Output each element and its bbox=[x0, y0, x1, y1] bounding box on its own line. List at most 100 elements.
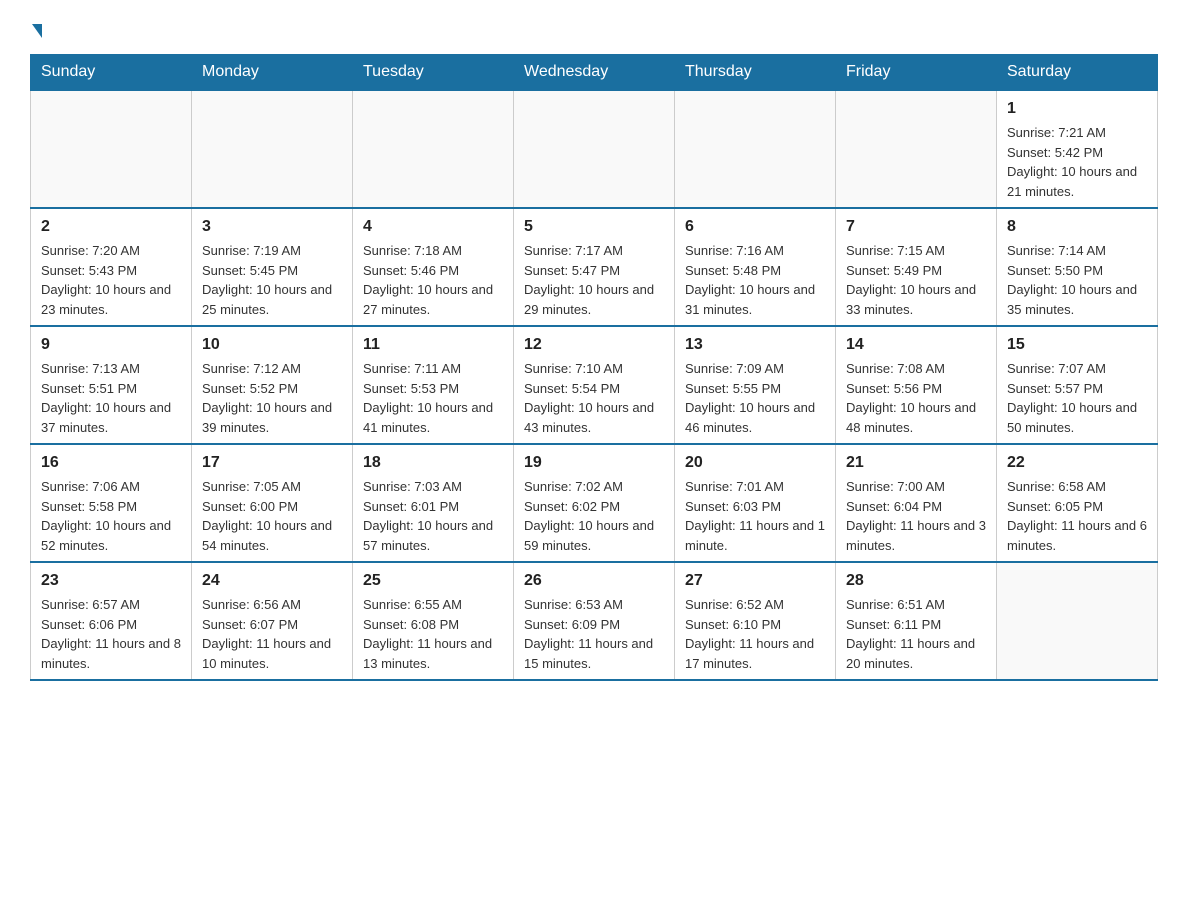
day-number: 26 bbox=[524, 569, 664, 593]
calendar-day-cell: 6Sunrise: 7:16 AM Sunset: 5:48 PM Daylig… bbox=[675, 208, 836, 326]
calendar-week-row: 1Sunrise: 7:21 AM Sunset: 5:42 PM Daylig… bbox=[31, 90, 1158, 208]
calendar-day-cell: 11Sunrise: 7:11 AM Sunset: 5:53 PM Dayli… bbox=[353, 326, 514, 444]
calendar-day-cell: 15Sunrise: 7:07 AM Sunset: 5:57 PM Dayli… bbox=[997, 326, 1158, 444]
calendar-day-cell: 3Sunrise: 7:19 AM Sunset: 5:45 PM Daylig… bbox=[192, 208, 353, 326]
day-info: Sunrise: 7:01 AM Sunset: 6:03 PM Dayligh… bbox=[685, 477, 825, 555]
day-number: 11 bbox=[363, 333, 503, 357]
day-number: 8 bbox=[1007, 215, 1147, 239]
calendar-header-friday: Friday bbox=[836, 55, 997, 91]
day-number: 22 bbox=[1007, 451, 1147, 475]
calendar-header-tuesday: Tuesday bbox=[353, 55, 514, 91]
calendar-header-monday: Monday bbox=[192, 55, 353, 91]
calendar-day-cell: 22Sunrise: 6:58 AM Sunset: 6:05 PM Dayli… bbox=[997, 444, 1158, 562]
calendar-day-cell: 12Sunrise: 7:10 AM Sunset: 5:54 PM Dayli… bbox=[514, 326, 675, 444]
day-info: Sunrise: 7:08 AM Sunset: 5:56 PM Dayligh… bbox=[846, 359, 986, 437]
calendar-day-cell: 1Sunrise: 7:21 AM Sunset: 5:42 PM Daylig… bbox=[997, 90, 1158, 208]
calendar-day-cell bbox=[836, 90, 997, 208]
calendar-day-cell: 14Sunrise: 7:08 AM Sunset: 5:56 PM Dayli… bbox=[836, 326, 997, 444]
calendar-week-row: 16Sunrise: 7:06 AM Sunset: 5:58 PM Dayli… bbox=[31, 444, 1158, 562]
calendar-day-cell: 4Sunrise: 7:18 AM Sunset: 5:46 PM Daylig… bbox=[353, 208, 514, 326]
day-number: 16 bbox=[41, 451, 181, 475]
day-info: Sunrise: 7:06 AM Sunset: 5:58 PM Dayligh… bbox=[41, 477, 181, 555]
calendar-day-cell: 24Sunrise: 6:56 AM Sunset: 6:07 PM Dayli… bbox=[192, 562, 353, 680]
day-number: 28 bbox=[846, 569, 986, 593]
day-info: Sunrise: 7:14 AM Sunset: 5:50 PM Dayligh… bbox=[1007, 241, 1147, 319]
calendar-day-cell: 13Sunrise: 7:09 AM Sunset: 5:55 PM Dayli… bbox=[675, 326, 836, 444]
day-number: 12 bbox=[524, 333, 664, 357]
calendar-day-cell: 5Sunrise: 7:17 AM Sunset: 5:47 PM Daylig… bbox=[514, 208, 675, 326]
day-number: 17 bbox=[202, 451, 342, 475]
day-info: Sunrise: 7:09 AM Sunset: 5:55 PM Dayligh… bbox=[685, 359, 825, 437]
day-info: Sunrise: 7:16 AM Sunset: 5:48 PM Dayligh… bbox=[685, 241, 825, 319]
day-info: Sunrise: 6:56 AM Sunset: 6:07 PM Dayligh… bbox=[202, 595, 342, 673]
calendar-day-cell bbox=[31, 90, 192, 208]
day-number: 5 bbox=[524, 215, 664, 239]
day-number: 10 bbox=[202, 333, 342, 357]
day-info: Sunrise: 6:57 AM Sunset: 6:06 PM Dayligh… bbox=[41, 595, 181, 673]
day-info: Sunrise: 6:53 AM Sunset: 6:09 PM Dayligh… bbox=[524, 595, 664, 673]
day-info: Sunrise: 7:10 AM Sunset: 5:54 PM Dayligh… bbox=[524, 359, 664, 437]
day-number: 6 bbox=[685, 215, 825, 239]
day-number: 15 bbox=[1007, 333, 1147, 357]
day-info: Sunrise: 7:13 AM Sunset: 5:51 PM Dayligh… bbox=[41, 359, 181, 437]
day-number: 1 bbox=[1007, 97, 1147, 121]
calendar-week-row: 23Sunrise: 6:57 AM Sunset: 6:06 PM Dayli… bbox=[31, 562, 1158, 680]
day-number: 9 bbox=[41, 333, 181, 357]
day-info: Sunrise: 7:03 AM Sunset: 6:01 PM Dayligh… bbox=[363, 477, 503, 555]
calendar-day-cell bbox=[353, 90, 514, 208]
calendar-day-cell: 19Sunrise: 7:02 AM Sunset: 6:02 PM Dayli… bbox=[514, 444, 675, 562]
page-header bbox=[30, 20, 1158, 38]
calendar-day-cell: 26Sunrise: 6:53 AM Sunset: 6:09 PM Dayli… bbox=[514, 562, 675, 680]
calendar-header-row: SundayMondayTuesdayWednesdayThursdayFrid… bbox=[31, 55, 1158, 91]
day-info: Sunrise: 7:07 AM Sunset: 5:57 PM Dayligh… bbox=[1007, 359, 1147, 437]
day-info: Sunrise: 7:05 AM Sunset: 6:00 PM Dayligh… bbox=[202, 477, 342, 555]
calendar-day-cell: 2Sunrise: 7:20 AM Sunset: 5:43 PM Daylig… bbox=[31, 208, 192, 326]
calendar-table: SundayMondayTuesdayWednesdayThursdayFrid… bbox=[30, 54, 1158, 681]
calendar-week-row: 9Sunrise: 7:13 AM Sunset: 5:51 PM Daylig… bbox=[31, 326, 1158, 444]
day-info: Sunrise: 7:17 AM Sunset: 5:47 PM Dayligh… bbox=[524, 241, 664, 319]
day-number: 18 bbox=[363, 451, 503, 475]
day-info: Sunrise: 6:58 AM Sunset: 6:05 PM Dayligh… bbox=[1007, 477, 1147, 555]
calendar-day-cell: 9Sunrise: 7:13 AM Sunset: 5:51 PM Daylig… bbox=[31, 326, 192, 444]
day-number: 27 bbox=[685, 569, 825, 593]
calendar-day-cell bbox=[997, 562, 1158, 680]
calendar-week-row: 2Sunrise: 7:20 AM Sunset: 5:43 PM Daylig… bbox=[31, 208, 1158, 326]
calendar-day-cell bbox=[192, 90, 353, 208]
calendar-header-saturday: Saturday bbox=[997, 55, 1158, 91]
day-number: 14 bbox=[846, 333, 986, 357]
calendar-day-cell: 28Sunrise: 6:51 AM Sunset: 6:11 PM Dayli… bbox=[836, 562, 997, 680]
day-number: 24 bbox=[202, 569, 342, 593]
calendar-day-cell: 18Sunrise: 7:03 AM Sunset: 6:01 PM Dayli… bbox=[353, 444, 514, 562]
day-number: 25 bbox=[363, 569, 503, 593]
day-number: 2 bbox=[41, 215, 181, 239]
calendar-header-thursday: Thursday bbox=[675, 55, 836, 91]
day-info: Sunrise: 7:18 AM Sunset: 5:46 PM Dayligh… bbox=[363, 241, 503, 319]
calendar-day-cell: 10Sunrise: 7:12 AM Sunset: 5:52 PM Dayli… bbox=[192, 326, 353, 444]
day-info: Sunrise: 7:19 AM Sunset: 5:45 PM Dayligh… bbox=[202, 241, 342, 319]
day-info: Sunrise: 7:11 AM Sunset: 5:53 PM Dayligh… bbox=[363, 359, 503, 437]
calendar-day-cell: 17Sunrise: 7:05 AM Sunset: 6:00 PM Dayli… bbox=[192, 444, 353, 562]
day-number: 7 bbox=[846, 215, 986, 239]
day-number: 20 bbox=[685, 451, 825, 475]
day-number: 3 bbox=[202, 215, 342, 239]
logo bbox=[30, 20, 42, 38]
logo-arrow-icon bbox=[32, 24, 42, 38]
day-number: 19 bbox=[524, 451, 664, 475]
calendar-day-cell bbox=[514, 90, 675, 208]
day-info: Sunrise: 7:00 AM Sunset: 6:04 PM Dayligh… bbox=[846, 477, 986, 555]
day-info: Sunrise: 7:02 AM Sunset: 6:02 PM Dayligh… bbox=[524, 477, 664, 555]
calendar-day-cell: 25Sunrise: 6:55 AM Sunset: 6:08 PM Dayli… bbox=[353, 562, 514, 680]
calendar-header-wednesday: Wednesday bbox=[514, 55, 675, 91]
day-info: Sunrise: 6:51 AM Sunset: 6:11 PM Dayligh… bbox=[846, 595, 986, 673]
calendar-day-cell: 8Sunrise: 7:14 AM Sunset: 5:50 PM Daylig… bbox=[997, 208, 1158, 326]
calendar-header-sunday: Sunday bbox=[31, 55, 192, 91]
calendar-day-cell bbox=[675, 90, 836, 208]
day-info: Sunrise: 7:15 AM Sunset: 5:49 PM Dayligh… bbox=[846, 241, 986, 319]
day-number: 13 bbox=[685, 333, 825, 357]
calendar-day-cell: 23Sunrise: 6:57 AM Sunset: 6:06 PM Dayli… bbox=[31, 562, 192, 680]
calendar-day-cell: 20Sunrise: 7:01 AM Sunset: 6:03 PM Dayli… bbox=[675, 444, 836, 562]
calendar-day-cell: 7Sunrise: 7:15 AM Sunset: 5:49 PM Daylig… bbox=[836, 208, 997, 326]
day-info: Sunrise: 6:55 AM Sunset: 6:08 PM Dayligh… bbox=[363, 595, 503, 673]
day-info: Sunrise: 7:12 AM Sunset: 5:52 PM Dayligh… bbox=[202, 359, 342, 437]
calendar-day-cell: 21Sunrise: 7:00 AM Sunset: 6:04 PM Dayli… bbox=[836, 444, 997, 562]
